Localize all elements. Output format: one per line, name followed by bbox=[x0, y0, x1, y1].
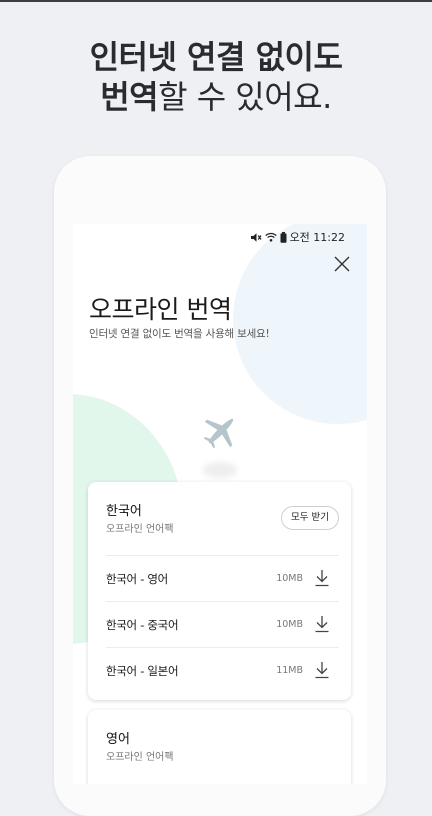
app-screen: 오전 11:22 오프라인 번역 인터넷 연결 없이도 번역을 사용해 보세요!… bbox=[73, 224, 367, 784]
close-icon[interactable] bbox=[333, 255, 351, 273]
promo-headline-rest: 할 수 있어요. bbox=[158, 78, 332, 116]
download-icon[interactable] bbox=[314, 661, 330, 679]
pack-item-ko-ja[interactable]: 한국어 - 일본어 11MB bbox=[106, 647, 339, 694]
pack-item-size: 10MB bbox=[276, 573, 303, 584]
pack-language: 한국어 bbox=[106, 504, 142, 519]
download-icon[interactable] bbox=[314, 569, 330, 587]
airplane-icon bbox=[203, 418, 234, 449]
download-icon[interactable] bbox=[314, 615, 330, 633]
airplane-shadow bbox=[203, 462, 237, 478]
battery-icon bbox=[280, 231, 287, 243]
pack-caption: 오프라인 언어팩 bbox=[106, 524, 174, 535]
pack-item-label: 한국어 - 일본어 bbox=[106, 664, 179, 678]
language-pack-card-korean: 한국어 오프라인 언어팩 모두 받기 한국어 - 영어 10MB 한국어 - 중… bbox=[88, 482, 351, 700]
pack-item-label: 한국어 - 영어 bbox=[106, 572, 168, 586]
promo-headline-line2: 번역할 수 있어요. bbox=[0, 78, 432, 116]
page-title: 오프라인 번역 bbox=[89, 295, 232, 324]
wifi-icon bbox=[264, 232, 277, 242]
promo-headline-bold: 번역 bbox=[100, 78, 159, 116]
pack-item-ko-zh[interactable]: 한국어 - 중국어 10MB bbox=[106, 601, 339, 648]
pack-language: 영어 bbox=[106, 732, 130, 747]
mute-icon bbox=[250, 232, 262, 242]
background-blob-blue bbox=[233, 224, 367, 424]
pack-caption: 오프라인 언어팩 bbox=[106, 752, 174, 763]
promo-headline-line1: 인터넷 연결 없이도 bbox=[89, 38, 343, 76]
language-pack-card-english: 영어 오프라인 언어팩 bbox=[88, 710, 351, 784]
status-bar: 오전 11:22 bbox=[250, 229, 345, 245]
pack-item-label: 한국어 - 중국어 bbox=[106, 618, 179, 632]
download-all-button[interactable]: 모두 받기 bbox=[281, 506, 339, 530]
pack-item-size: 10MB bbox=[276, 619, 303, 630]
top-edge-line bbox=[0, 0, 432, 2]
pack-item-size: 11MB bbox=[276, 665, 303, 676]
page-subtitle: 인터넷 연결 없이도 번역을 사용해 보세요! bbox=[89, 328, 270, 340]
status-time: 오전 11:22 bbox=[289, 231, 345, 244]
pack-item-ko-en[interactable]: 한국어 - 영어 10MB bbox=[106, 555, 339, 602]
